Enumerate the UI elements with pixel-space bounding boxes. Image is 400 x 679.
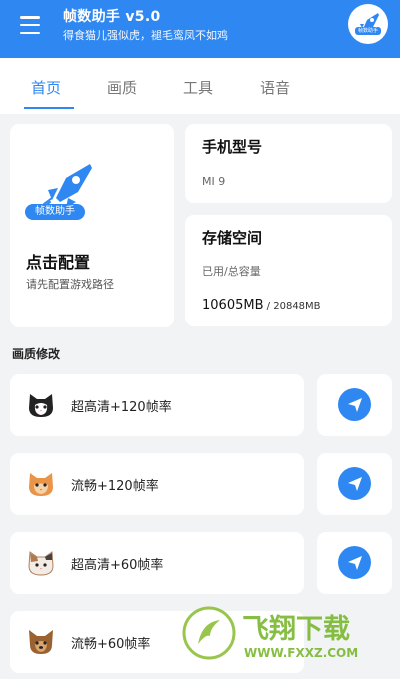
preset-label: 超高清+60帧率 <box>71 558 164 573</box>
tab-voice[interactable]: 语音 <box>260 77 290 98</box>
send-icon <box>338 388 371 421</box>
storage-card: 存储空间 已用/总容量 10605MB / 20848MB <box>185 215 392 326</box>
preset-label: 流畅+60帧率 <box>71 637 151 652</box>
hamburger-menu-icon[interactable] <box>20 16 40 34</box>
brown-dog-icon <box>29 630 53 654</box>
storage-value: 10605MB / 20848MB <box>202 294 321 313</box>
storage-used: 10605MB <box>202 298 264 313</box>
preset-row[interactable]: 超高清+120帧率 <box>10 374 304 436</box>
send-icon <box>338 467 371 500</box>
tab-home[interactable]: 首页 <box>31 77 61 98</box>
watermark-url: WWW.FXXZ.COM <box>244 646 358 660</box>
tab-quality[interactable]: 画质 <box>107 77 137 98</box>
app-logo: 帧数助手 <box>348 4 388 44</box>
tab-tools[interactable]: 工具 <box>183 77 213 98</box>
preset-row[interactable]: 超高清+60帧率 <box>10 532 304 594</box>
storage-total: / 20848MB <box>263 301 321 312</box>
preset-label: 流畅+120帧率 <box>71 479 159 494</box>
storage-label: 存储空间 <box>202 229 263 247</box>
config-title: 点击配置 <box>26 253 91 272</box>
send-icon <box>338 546 371 579</box>
watermark-text: 飞翔下载 <box>242 614 350 645</box>
app-subtitle: 得食猫儿强似虎，褪毛鸾凤不如鸡 <box>63 29 228 42</box>
phone-model-value: MI 9 <box>202 175 226 188</box>
config-card[interactable]: 帧数助手 点击配置 请先配置游戏路径 <box>10 124 174 327</box>
apply-button[interactable] <box>317 532 392 594</box>
logo-badge: 帧数助手 <box>355 27 381 35</box>
storage-caption: 已用/总容量 <box>202 265 261 278</box>
rocket-badge: 帧数助手 <box>25 204 85 220</box>
app-title: 帧数助手 v5.0 <box>63 9 161 25</box>
watermark-logo: 飞翔下载 WWW.FXXZ.COM <box>182 606 358 660</box>
apply-button[interactable] <box>317 453 392 515</box>
tab-bar: 首页 画质 工具 语音 <box>0 58 400 114</box>
calico-cat-icon <box>28 551 54 576</box>
apply-button[interactable] <box>317 374 392 436</box>
config-subtitle: 请先配置游戏路径 <box>26 278 114 291</box>
orange-cat-icon <box>29 473 53 496</box>
phone-model-card: 手机型号 MI 9 <box>185 124 392 203</box>
preset-label: 超高清+120帧率 <box>71 400 172 415</box>
preset-row[interactable]: 流畅+120帧率 <box>10 453 304 515</box>
active-tab-indicator <box>24 107 74 109</box>
black-white-cat-icon <box>29 394 53 417</box>
app-bar: 帧数助手 v5.0 得食猫儿强似虎，褪毛鸾凤不如鸡 帧数助手 <box>0 0 400 58</box>
section-title: 画质修改 <box>12 347 61 361</box>
phone-model-label: 手机型号 <box>202 138 263 156</box>
